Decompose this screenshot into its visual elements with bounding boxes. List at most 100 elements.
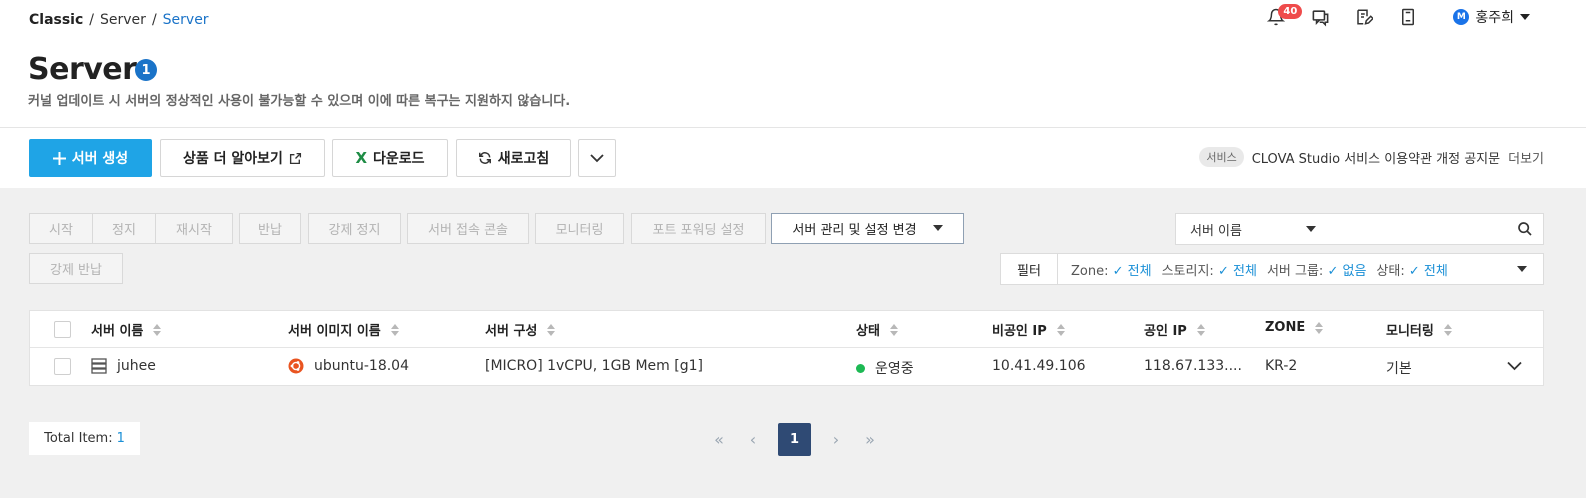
filter-button[interactable]: 필터	[1001, 254, 1058, 284]
sort-icon	[153, 323, 162, 336]
create-server-button[interactable]: 서버 생성	[29, 139, 152, 177]
search-icon[interactable]	[1517, 221, 1533, 237]
col-public-ip[interactable]: 공인 IP	[1144, 320, 1205, 339]
check-icon: ✓	[1408, 263, 1420, 279]
ubuntu-icon	[288, 358, 304, 374]
total-value: 1	[116, 431, 125, 446]
col-label: 공인 IP	[1144, 324, 1187, 339]
notification-button[interactable]: 40	[1265, 4, 1303, 28]
restart-button[interactable]: 재시작	[155, 213, 233, 244]
col-label: 서버 이름	[91, 324, 144, 339]
user-menu[interactable]: M 홍주희	[1453, 7, 1530, 27]
breadcrumb-root[interactable]: Classic	[29, 12, 83, 28]
server-table: 서버 이름 서버 이미지 이름 서버 구성 상태 비공인 IP 공인 IP ZO…	[29, 310, 1544, 386]
page-title: Server	[28, 52, 137, 87]
caret-down-icon	[1520, 14, 1530, 20]
download-button[interactable]: X 다운로드	[332, 139, 448, 177]
col-label: 서버 이미지 이름	[288, 324, 381, 339]
page-current[interactable]: 1	[778, 423, 811, 456]
pagination: « ‹ 1 › »	[710, 423, 879, 456]
stop-button[interactable]: 정지	[92, 213, 156, 244]
more-actions-button[interactable]	[578, 139, 616, 177]
prev-page-icon[interactable]: ‹	[744, 430, 762, 449]
sort-icon	[1443, 323, 1452, 336]
refresh-button[interactable]: 새로고침	[456, 139, 571, 177]
notice-text[interactable]: CLOVA Studio 서비스 이용약관 개정 공지문	[1252, 148, 1500, 167]
col-image-name[interactable]: 서버 이미지 이름	[288, 320, 399, 339]
caret-down-icon	[1306, 225, 1316, 232]
select-all-checkbox[interactable]	[54, 321, 71, 338]
first-page-icon[interactable]: «	[710, 430, 728, 449]
caret-down-icon[interactable]	[1517, 265, 1527, 273]
chevron-down-icon	[590, 153, 604, 162]
filter-storage[interactable]: 스토리지: ✓ 전체	[1162, 260, 1257, 279]
service-notice: 서비스 CLOVA Studio 서비스 이용약관 개정 공지문 더보기	[1199, 147, 1544, 167]
learn-more-button[interactable]: 상품 더 알아보기	[160, 139, 325, 177]
memo-button[interactable]	[1353, 6, 1375, 28]
total-items: Total Item: 1	[29, 422, 140, 455]
table-row[interactable]: juhee ubuntu-18.04 [MICRO] 1vCPU, 1GB Me…	[30, 348, 1543, 386]
cell-public-ip: 118.67.133....	[1144, 358, 1242, 374]
guide-button[interactable]	[1397, 6, 1419, 28]
force-return-button[interactable]: 강제 반납	[29, 253, 123, 284]
sort-icon	[1315, 321, 1324, 334]
col-private-ip[interactable]: 비공인 IP	[992, 320, 1065, 339]
row-checkbox[interactable]	[54, 358, 71, 375]
status-text: 운영중	[875, 361, 914, 377]
sort-icon	[1196, 323, 1205, 336]
filter-status-label: 상태:	[1376, 263, 1405, 279]
col-label: 상태	[856, 324, 880, 339]
filter-items: Zone: ✓ 전체 스토리지: ✓ 전체 서버 그룹: ✓ 없음 상태: ✓ …	[1058, 260, 1448, 279]
filter-zone-value: 전체	[1127, 263, 1152, 279]
col-label: 서버 구성	[485, 324, 538, 339]
col-spec[interactable]: 서버 구성	[485, 320, 556, 339]
filter-status-value: 전체	[1423, 263, 1448, 279]
force-stop-button[interactable]: 강제 정지	[308, 213, 401, 244]
sort-icon	[547, 323, 556, 336]
top-bar: Classic / Server / Server 40 M 홍주희	[0, 0, 1586, 44]
col-server-name[interactable]: 서버 이름	[91, 320, 162, 339]
chat-icon	[1312, 9, 1329, 27]
filter-storage-label: 스토리지:	[1161, 263, 1214, 279]
filter-zone-label: Zone:	[1071, 263, 1109, 279]
console-button[interactable]: 서버 접속 콘솔	[407, 213, 529, 244]
cell-private-ip: 10.41.49.106	[992, 358, 1086, 374]
start-button[interactable]: 시작	[29, 213, 93, 244]
filter-storage-value: 전체	[1233, 263, 1257, 279]
search-field-select[interactable]: 서버 이름	[1175, 213, 1331, 245]
server-icon	[91, 358, 107, 374]
breadcrumb-level1[interactable]: Server	[100, 12, 146, 28]
sort-icon	[1056, 323, 1065, 336]
col-status[interactable]: 상태	[856, 320, 898, 339]
refresh-label: 새로고침	[497, 151, 550, 167]
sort-icon	[390, 323, 399, 336]
filter-status[interactable]: 상태: ✓ 전체	[1376, 260, 1447, 279]
create-server-label: 서버 생성	[71, 151, 129, 167]
monitoring-button[interactable]: 모니터링	[535, 213, 624, 244]
server-name[interactable]: juhee	[117, 358, 156, 374]
breadcrumb-current[interactable]: Server	[163, 12, 209, 28]
filter-group[interactable]: 서버 그룹: ✓ 없음	[1267, 260, 1366, 279]
notification-badge: 40	[1278, 4, 1303, 19]
next-page-icon[interactable]: ›	[827, 430, 845, 449]
filter-zone[interactable]: Zone: ✓ 전체	[1071, 260, 1152, 279]
return-button[interactable]: 반납	[239, 213, 301, 244]
col-label: 비공인 IP	[992, 324, 1047, 339]
search-input[interactable]	[1330, 213, 1544, 245]
sort-icon	[889, 323, 898, 336]
col-monitoring[interactable]: 모니터링	[1386, 320, 1452, 339]
server-manage-dropdown[interactable]: 서버 관리 및 설정 변경	[771, 213, 964, 244]
total-label: Total Item:	[44, 431, 113, 446]
port-forwarding-button[interactable]: 포트 포워딩 설정	[631, 213, 766, 244]
chat-button[interactable]	[1309, 6, 1331, 28]
last-page-icon[interactable]: »	[861, 430, 879, 449]
col-label: ZONE	[1265, 320, 1306, 335]
check-icon: ✓	[1327, 263, 1339, 279]
col-zone[interactable]: ZONE	[1265, 320, 1324, 335]
notice-more-link[interactable]: 더보기	[1508, 148, 1544, 167]
cell-spec: [MICRO] 1vCPU, 1GB Mem [g1]	[485, 358, 703, 374]
check-icon: ✓	[1112, 263, 1124, 279]
expand-row-icon[interactable]	[1507, 361, 1522, 371]
avatar: M	[1453, 9, 1470, 25]
excel-icon: X	[355, 149, 368, 167]
